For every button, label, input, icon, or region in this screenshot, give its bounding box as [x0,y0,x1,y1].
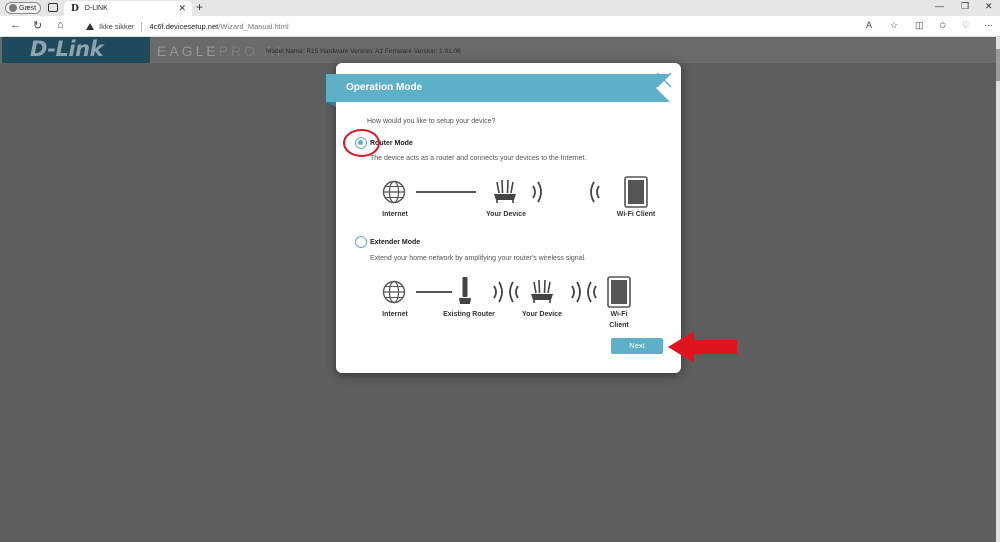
url-field[interactable]: Ikke sikker 4c6f.devicesetup.net/Wizard_… [74,19,894,34]
extender-mode-radio[interactable] [355,236,367,248]
page-scrollbar[interactable] [996,37,1000,542]
wifi-waves-icon [532,181,542,203]
profile-label: Gæst [19,4,37,12]
tablet-icon [607,276,631,308]
extender-mode-description: Extend your home network by amplifying y… [370,255,587,262]
dlink-logo: D-Link [2,37,150,63]
tablet-icon [624,176,648,208]
connection-line [416,291,452,293]
scrollbar-thumb[interactable] [996,49,1000,81]
wifi-client-caption-line2: Client [609,322,629,329]
eagle-pro-ai-logo: EAGLEPRO AI [157,43,284,59]
dlink-header: D-Link EAGLEPRO AI Model Name: R15 Hardw… [0,37,998,63]
profile-button[interactable]: Gæst [5,2,41,14]
highlight-circle-annotation [343,129,380,157]
setup-question: How would you like to setup your device? [367,118,496,125]
favorites-icon[interactable]: ✩ [939,20,947,31]
tab-actions-icon[interactable] [48,3,58,12]
existing-router-caption: Existing Router [443,311,495,318]
home-icon[interactable]: ⌂ [57,19,64,31]
operation-mode-dialog: Operation Mode How would you like to set… [326,63,681,373]
window-close-icon[interactable]: ✕ [985,1,993,12]
your-device-caption: Your Device [486,211,526,218]
read-aloud-icon[interactable]: A [866,20,872,30]
split-screen-icon[interactable]: ◫ [915,20,924,31]
connection-line [416,191,476,193]
minimize-icon[interactable]: — [935,1,944,11]
internet-caption: Internet [382,311,408,318]
url-separator [141,21,143,32]
router-icon [531,280,553,303]
router-icon [494,180,516,203]
globe-icon [382,180,406,204]
wifi-waves-icon [590,181,600,203]
extender-mode-label[interactable]: Extender Mode [370,239,420,246]
dlink-favicon-icon: D [71,3,79,14]
browser-tab[interactable]: D D-LINK ✕ [64,1,192,16]
next-button[interactable]: Next [611,338,663,354]
close-icon[interactable] [655,71,673,89]
wifi-waves-icon [571,281,597,303]
address-bar: ← ↻ ⌂ Ikke sikker 4c6f.devicesetup.net/W… [0,16,1000,37]
wifi-client-caption: Wi-Fi Client [616,211,656,218]
wifi-waves-icon [493,281,519,303]
your-device-caption: Your Device [522,311,562,318]
globe-icon [382,280,406,304]
browser-essentials-icon[interactable]: ♡ [962,20,970,31]
existing-router-icon [459,277,471,304]
browser-tabstrip: Gæst D D-LINK ✕ + — ❐ ✕ [0,0,1000,16]
wifi-client-caption-line1: Wi-Fi [610,311,628,318]
refresh-icon[interactable]: ↻ [33,19,42,32]
url-host: 4c6f.devicesetup.net [149,22,219,31]
back-icon[interactable]: ← [10,19,21,31]
tab-close-icon[interactable]: ✕ [178,3,186,14]
internet-caption: Internet [382,211,408,218]
settings-more-icon[interactable]: ⋯ [984,20,993,31]
model-info: Model Name: R15 Hardware Version: A1 Fir… [266,48,461,55]
url-path: /Wizard_Manual.html [218,22,289,31]
warning-icon [86,23,94,30]
dialog-title: Operation Mode [326,74,670,107]
router-mode-description: The device acts as a router and connects… [370,155,587,162]
profile-avatar-icon [9,4,17,12]
page-overlay: D-Link EAGLEPRO AI Model Name: R15 Hardw… [0,37,1000,542]
new-tab-icon[interactable]: + [196,0,203,14]
red-arrow-annotation [668,331,737,363]
restore-icon[interactable]: ❐ [961,1,969,12]
favorite-star-icon[interactable]: ☆ [890,20,898,31]
tab-title: D-LINK [84,5,108,12]
security-label: Ikke sikker [99,22,135,31]
